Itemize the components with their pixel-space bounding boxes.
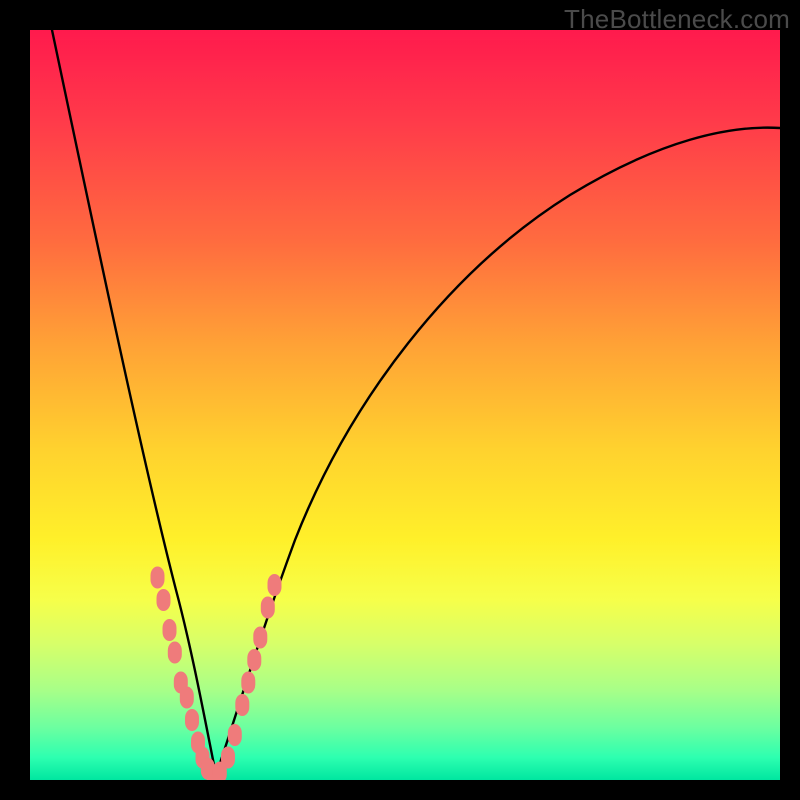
plot-area bbox=[30, 30, 780, 780]
outer-frame: TheBottleneck.com bbox=[0, 0, 800, 800]
bead-marker bbox=[168, 642, 182, 664]
bead-marker bbox=[221, 747, 235, 769]
bead-marker bbox=[163, 619, 177, 641]
bead-marker bbox=[261, 597, 275, 619]
bead-marker bbox=[157, 589, 171, 611]
left-curve bbox=[52, 30, 216, 775]
bead-marker bbox=[247, 649, 261, 671]
curve-layer bbox=[30, 30, 780, 780]
bead-marker bbox=[151, 567, 165, 589]
right-curve bbox=[216, 128, 780, 775]
bead-marker bbox=[228, 724, 242, 746]
watermark-text: TheBottleneck.com bbox=[564, 4, 790, 35]
bead-marker bbox=[185, 709, 199, 731]
bead-marker bbox=[180, 687, 194, 709]
bead-group bbox=[151, 567, 282, 781]
bead-marker bbox=[253, 627, 267, 649]
bead-marker bbox=[268, 574, 282, 596]
bead-marker bbox=[235, 694, 249, 716]
bead-marker bbox=[241, 672, 255, 694]
